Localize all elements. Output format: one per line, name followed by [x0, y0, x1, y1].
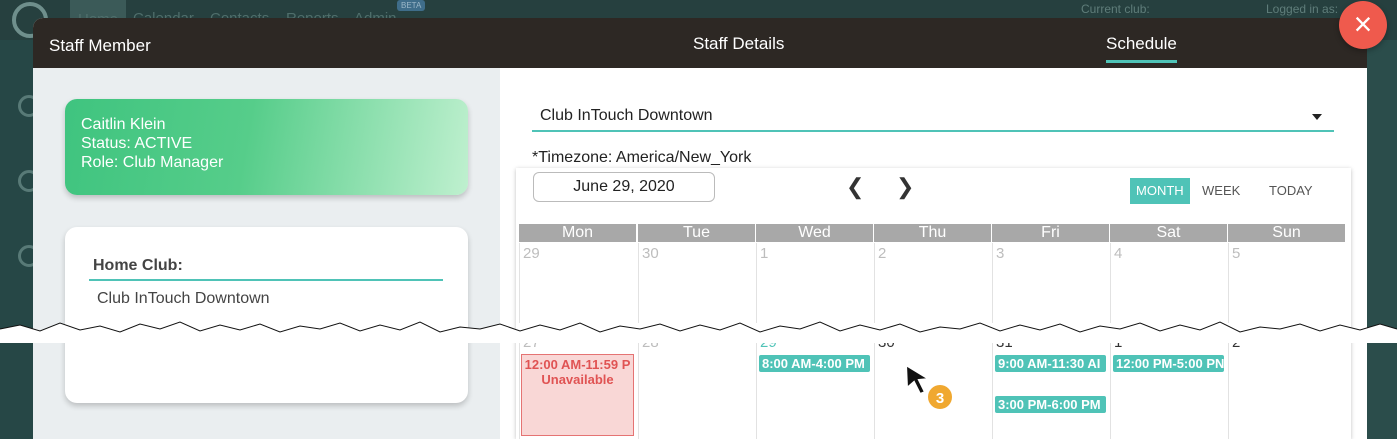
day-header-thu: Thu: [874, 224, 991, 242]
calendar-day-cell[interactable]: 2: [874, 243, 991, 323]
beta-badge: BETA: [397, 0, 426, 11]
chevron-left-icon[interactable]: ❮: [846, 174, 864, 200]
staff-member-modal: Staff Member Staff Details Schedule Cait…: [33, 18, 1367, 439]
day-header-tue: Tue: [638, 224, 755, 242]
shift-event[interactable]: 3:00 PM-6:00 PM: [995, 396, 1106, 413]
staff-name: Caitlin Klein: [81, 116, 166, 133]
date-picker[interactable]: June 29, 2020: [533, 172, 715, 202]
logged-in-label: Logged in as:: [1266, 2, 1339, 16]
calendar-day-cell[interactable]: 30: [638, 243, 755, 323]
calendar-day-cell[interactable]: 29: [756, 334, 873, 439]
day-number: 29: [523, 245, 540, 262]
shift-event[interactable]: 8:00 AM-4:00 PM: [759, 355, 870, 372]
staff-summary-card: Caitlin Klein Status: ACTIVE Role: Club …: [65, 99, 468, 195]
chevron-right-icon[interactable]: ❯: [896, 174, 914, 200]
view-week-button[interactable]: WEEK: [1196, 178, 1246, 204]
background-right-panel: [1367, 40, 1397, 439]
tab-staff-details[interactable]: Staff Details: [693, 34, 784, 54]
modal-title: Staff Member: [49, 36, 151, 55]
calendar-day-cell[interactable]: 5: [1228, 243, 1345, 323]
day-number: 3: [996, 245, 1005, 262]
shift-event[interactable]: 12:00 PM-5:00 PN: [1113, 355, 1224, 372]
home-club-value: Club InTouch Downtown: [97, 290, 270, 307]
step-badge: 3: [926, 383, 954, 411]
calendar-day-cell[interactable]: 2: [1228, 334, 1345, 439]
shift-event[interactable]: 9:00 AM-11:30 AI: [995, 355, 1106, 372]
day-header-wed: Wed: [756, 224, 873, 242]
day-header-sun: Sun: [1228, 224, 1345, 242]
calendar-day-cell[interactable]: 28: [638, 334, 755, 439]
calendar-day-cell[interactable]: 3: [992, 243, 1109, 323]
modal-header: Staff Member Staff Details Schedule: [33, 18, 1367, 68]
club-select[interactable]: Club InTouch Downtown: [532, 102, 1334, 132]
staff-info-pane: Caitlin Klein Status: ACTIVE Role: Club …: [33, 68, 500, 439]
unavailable-time: 12:00 AM-11:59 P: [524, 357, 631, 372]
day-header-sat: Sat: [1110, 224, 1227, 242]
close-icon[interactable]: ×: [1339, 1, 1387, 49]
unavailable-label: Unavailable: [541, 372, 614, 387]
background-sidebar: [0, 40, 40, 439]
day-header-mon: Mon: [519, 224, 636, 242]
day-number: 30: [642, 245, 659, 262]
calendar-day-cell[interactable]: 4: [1110, 243, 1227, 323]
staff-role: Role: Club Manager: [81, 154, 224, 171]
calendar-day-cell[interactable]: 1: [756, 243, 873, 323]
day-header-fri: Fri: [992, 224, 1109, 242]
tab-schedule[interactable]: Schedule: [1106, 34, 1177, 63]
day-number: 2: [878, 245, 887, 262]
dropdown-arrow-icon: [1312, 114, 1322, 120]
timezone-label: *Timezone: America/New_York: [532, 149, 752, 166]
torn-edge-separator: [0, 321, 1397, 343]
view-month-button[interactable]: MONTH: [1130, 178, 1190, 204]
current-club-label: Current club:: [1081, 2, 1150, 16]
day-number: 1: [760, 245, 769, 262]
staff-status: Status: ACTIVE: [81, 135, 193, 152]
home-club-divider: [89, 279, 443, 281]
club-select-value: Club InTouch Downtown: [540, 107, 713, 124]
day-number: 4: [1114, 245, 1123, 262]
calendar-day-cell[interactable]: 31: [992, 334, 1109, 439]
calendar-day-cell[interactable]: 1: [1110, 334, 1227, 439]
day-number: 5: [1232, 245, 1241, 262]
view-today-button[interactable]: TODAY: [1263, 178, 1319, 204]
calendar-day-cell[interactable]: 29: [519, 243, 636, 323]
unavailable-event[interactable]: 12:00 AM-11:59 P Unavailable: [521, 354, 634, 436]
home-club-label: Home Club:: [93, 257, 183, 274]
